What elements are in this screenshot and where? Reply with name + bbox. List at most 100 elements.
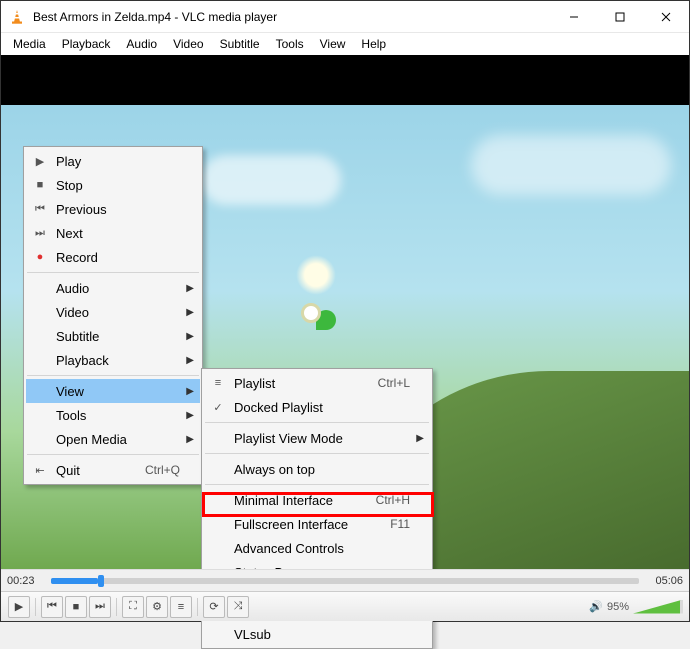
previous-button[interactable]: ⏮	[41, 596, 63, 618]
menu-item-label: Quit	[56, 463, 145, 478]
random-button[interactable]: ⤨	[227, 596, 249, 618]
menu-item-shortcut: Ctrl+Q	[145, 463, 180, 477]
volume-slider[interactable]	[633, 600, 683, 614]
titlebar: Best Armors in Zelda.mp4 - VLC media pla…	[1, 1, 689, 33]
menu-item-label: Play	[56, 154, 180, 169]
menubar: Media Playback Audio Video Subtitle Tool…	[1, 33, 689, 55]
menu-item-label: Docked Playlist	[234, 400, 410, 415]
window-buttons	[551, 1, 689, 32]
context-menu-item[interactable]: Subtitle▶	[26, 324, 200, 348]
seek-track[interactable]	[51, 578, 639, 584]
context-menu-item[interactable]: ⇤ QuitCtrl+Q	[26, 458, 200, 482]
submenu-arrow-icon: ▶	[416, 433, 424, 444]
play-button[interactable]: ▶	[8, 596, 30, 618]
view-submenu-item[interactable]: Advanced Controls	[204, 536, 430, 560]
menu-item-label: Playlist View Mode	[234, 431, 410, 446]
vlc-cone-icon	[9, 9, 25, 25]
maximize-button[interactable]	[597, 1, 643, 32]
menu-item-label: Next	[56, 226, 180, 241]
menu-item-label: Fullscreen Interface	[234, 517, 390, 532]
menu-separator	[27, 454, 199, 455]
menu-separator	[27, 375, 199, 376]
submenu-arrow-icon: ▶	[186, 434, 194, 445]
separator	[35, 598, 36, 616]
next-icon: ⏭	[32, 227, 48, 240]
view-submenu-item[interactable]: Playlist View Mode ▶	[204, 426, 430, 450]
menu-item-shortcut: Ctrl+H	[376, 493, 410, 507]
menu-playback[interactable]: Playback	[54, 35, 119, 53]
menu-item-label: Tools	[56, 408, 180, 423]
window-title: Best Armors in Zelda.mp4 - VLC media pla…	[33, 10, 551, 24]
volume-percent: 95%	[607, 601, 629, 613]
submenu-arrow-icon: ▶	[186, 307, 194, 318]
speaker-icon: 🔊	[589, 600, 603, 613]
time-current: 00:23	[7, 575, 43, 587]
menu-item-label: Advanced Controls	[234, 541, 410, 556]
submenu-arrow-icon: ▶	[186, 331, 194, 342]
menu-media[interactable]: Media	[5, 35, 54, 53]
fullscreen-button[interactable]: ⛶	[122, 596, 144, 618]
menu-video[interactable]: Video	[165, 35, 211, 53]
menu-item-label: Always on top	[234, 462, 410, 477]
menu-item-shortcut: F11	[390, 517, 410, 531]
context-menu-item[interactable]: ● Record	[26, 245, 200, 269]
stop-button[interactable]: ■	[65, 596, 87, 618]
menu-item-label: VLsub	[234, 627, 410, 642]
playlist-button[interactable]: ≡	[170, 596, 192, 618]
stop-icon: ■	[32, 179, 48, 191]
view-submenu-item[interactable]: Fullscreen InterfaceF11	[204, 512, 430, 536]
separator	[197, 598, 198, 616]
cloud-decoration	[471, 135, 671, 195]
submenu-arrow-icon: ▶	[186, 355, 194, 366]
menu-tools[interactable]: Tools	[268, 35, 312, 53]
menu-help[interactable]: Help	[353, 35, 394, 53]
playlist-icon: ≡	[210, 377, 226, 389]
submenu-arrow-icon: ▶	[186, 386, 194, 397]
volume-control[interactable]: 🔊 95%	[589, 600, 683, 614]
separator	[116, 598, 117, 616]
quit-icon: ⇤	[32, 464, 48, 477]
view-submenu-item[interactable]: Always on top	[204, 457, 430, 481]
menu-item-label: Playlist	[234, 376, 378, 391]
context-menu-item[interactable]: View▶	[26, 379, 200, 403]
view-submenu-item[interactable]: Minimal InterfaceCtrl+H	[204, 488, 430, 512]
loop-button[interactable]: ⟳	[203, 596, 225, 618]
next-button[interactable]: ⏭	[89, 596, 111, 618]
menu-item-label: Record	[56, 250, 180, 265]
sun-decoration	[296, 255, 336, 295]
context-menu-item[interactable]: ⏭ Next	[26, 221, 200, 245]
context-menu-item[interactable]: Tools ▶	[26, 403, 200, 427]
context-menu-item[interactable]: Audio▶	[26, 276, 200, 300]
menu-separator	[27, 272, 199, 273]
context-menu-item[interactable]: Playback▶	[26, 348, 200, 372]
context-menu: ▶Play■Stop⏮Previous⏭Next●RecordAudio▶Vid…	[23, 146, 203, 485]
play-icon: ▶	[32, 155, 48, 168]
submenu-arrow-icon: ▶	[186, 410, 194, 421]
view-submenu-item[interactable]: VLsub	[204, 622, 430, 646]
controls-bar: ▶ ⏮ ■ ⏭ ⛶ ⚙ ≡ ⟳ ⤨ 🔊 95%	[1, 591, 689, 621]
context-menu-item[interactable]: Open Media ▶	[26, 427, 200, 451]
close-button[interactable]	[643, 1, 689, 32]
menu-audio[interactable]: Audio	[118, 35, 165, 53]
menu-separator	[205, 453, 429, 454]
record-icon: ●	[32, 251, 48, 263]
menu-separator	[205, 484, 429, 485]
minimize-button[interactable]	[551, 1, 597, 32]
context-menu-item[interactable]: Video ▶	[26, 300, 200, 324]
view-submenu-item[interactable]: ≡ PlaylistCtrl+L	[204, 371, 430, 395]
docked-playlist-icon: ✓	[210, 401, 226, 414]
menu-view[interactable]: View	[312, 35, 354, 53]
context-menu-item[interactable]: ⏮Previous	[26, 197, 200, 221]
context-menu-item[interactable]: ■ Stop	[26, 173, 200, 197]
extended-settings-button[interactable]: ⚙	[146, 596, 168, 618]
view-submenu-item[interactable]: ✓ Docked Playlist	[204, 395, 430, 419]
menu-item-label: Video	[56, 305, 180, 320]
menu-item-shortcut: Ctrl+L	[378, 376, 410, 390]
menu-item-label: Open Media	[56, 432, 180, 447]
menu-item-label: Stop	[56, 178, 180, 193]
context-menu-item[interactable]: ▶ Play	[26, 149, 200, 173]
menu-subtitle[interactable]: Subtitle	[212, 35, 268, 53]
time-total: 05:06	[647, 575, 683, 587]
cloud-decoration	[201, 155, 341, 205]
menu-item-label: Audio	[56, 281, 180, 296]
